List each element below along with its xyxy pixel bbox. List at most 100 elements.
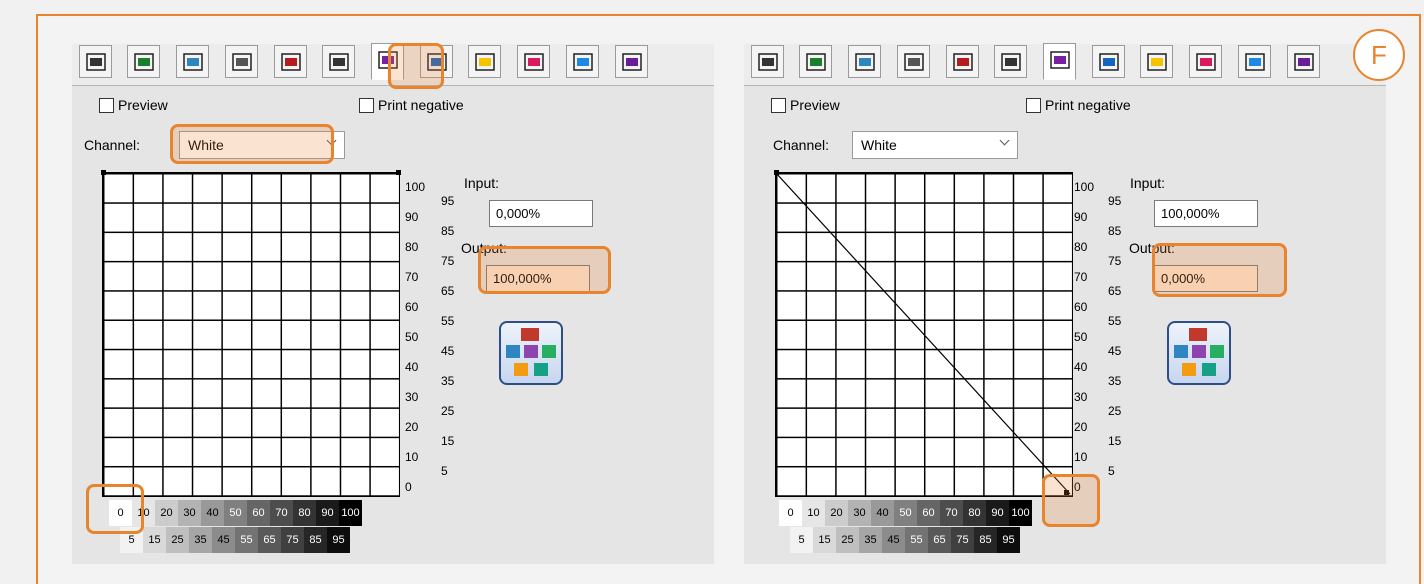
channel-select[interactable]: White xyxy=(852,131,1018,159)
preview-checkbox[interactable]: Preview xyxy=(99,97,168,113)
channel-label: Channel: xyxy=(84,137,141,153)
scale-swatch[interactable]: 45 xyxy=(882,527,905,553)
scale-swatch[interactable]: 100 xyxy=(339,500,362,526)
print-negative-checkbox-box[interactable] xyxy=(1026,97,1041,113)
tab-color-document[interactable] xyxy=(848,45,881,78)
tab-cmy-overlap[interactable] xyxy=(468,45,501,78)
scale-swatch[interactable]: 85 xyxy=(974,527,997,553)
scale-swatch[interactable]: 15 xyxy=(143,527,166,553)
scale-swatch[interactable]: 60 xyxy=(917,500,940,526)
tab-crop-marks[interactable] xyxy=(274,45,307,78)
tab-curves[interactable] xyxy=(1043,43,1076,80)
tab-color-document[interactable] xyxy=(176,45,209,78)
y-tick-label: 95 xyxy=(441,194,455,208)
tab-target[interactable] xyxy=(322,45,355,78)
scale-swatch[interactable]: 25 xyxy=(166,527,189,553)
scale-swatch[interactable]: 35 xyxy=(859,527,882,553)
tab-bars[interactable] xyxy=(1189,45,1222,78)
scale-swatch[interactable]: 95 xyxy=(327,527,350,553)
channel-label: Channel: xyxy=(773,137,830,153)
scale-swatch[interactable]: 50 xyxy=(224,500,247,526)
tab-eyedropper[interactable] xyxy=(1287,45,1320,78)
curve-point[interactable] xyxy=(774,170,779,175)
scale-swatch[interactable]: 70 xyxy=(940,500,963,526)
scale-swatch[interactable]: 25 xyxy=(836,527,859,553)
y-tick-label: 20 xyxy=(405,420,419,434)
highlight-output-left xyxy=(478,246,611,294)
highlight-output-right xyxy=(1152,243,1287,297)
scale-swatch[interactable]: 70 xyxy=(270,500,293,526)
y-tick-label: 85 xyxy=(441,224,455,238)
tab-triangle[interactable] xyxy=(1238,45,1271,78)
tab-printer[interactable] xyxy=(79,45,112,78)
scale-swatch[interactable]: 40 xyxy=(201,500,224,526)
y-tick-label: 45 xyxy=(441,344,455,358)
scale-swatch[interactable]: 30 xyxy=(178,500,201,526)
color-wheel-button[interactable] xyxy=(499,321,563,385)
scale-swatch[interactable]: 5 xyxy=(790,527,813,553)
scale-swatch[interactable]: 60 xyxy=(247,500,270,526)
tab-bars[interactable] xyxy=(517,45,550,78)
scale-swatch[interactable]: 90 xyxy=(986,500,1009,526)
y-tick-label: 90 xyxy=(1074,210,1088,224)
print-negative-checkbox-box[interactable] xyxy=(359,97,374,113)
scale-swatch[interactable]: 20 xyxy=(825,500,848,526)
curve-line xyxy=(776,173,1071,495)
scale-swatch[interactable]: 35 xyxy=(189,527,212,553)
input-field[interactable]: 0,000% xyxy=(489,200,593,227)
scale-swatch[interactable]: 75 xyxy=(281,527,304,553)
tab-cmy-overlap[interactable] xyxy=(1140,45,1173,78)
preview-checkbox[interactable]: Preview xyxy=(771,97,840,113)
tab-print-head[interactable] xyxy=(225,45,258,78)
scale-swatch[interactable]: 30 xyxy=(848,500,871,526)
scale-swatch[interactable]: 85 xyxy=(304,527,327,553)
scale-swatch[interactable]: 55 xyxy=(905,527,928,553)
scale-swatch[interactable]: 15 xyxy=(813,527,836,553)
scale-swatch[interactable]: 65 xyxy=(258,527,281,553)
tab-layers[interactable] xyxy=(1092,45,1125,78)
curve-point[interactable] xyxy=(396,170,401,175)
y-tick-label: 55 xyxy=(441,314,455,328)
color-wheel-icon xyxy=(1174,328,1224,376)
y-tick-label: 25 xyxy=(1108,404,1122,418)
preview-checkbox-box[interactable] xyxy=(771,97,786,113)
curve-point[interactable] xyxy=(101,170,106,175)
tab-crop-marks[interactable] xyxy=(946,45,979,78)
scale-swatch[interactable]: 90 xyxy=(316,500,339,526)
scale-swatch[interactable]: 40 xyxy=(871,500,894,526)
tab-document-arrow[interactable] xyxy=(799,45,832,78)
y-tick-label: 75 xyxy=(1108,254,1122,268)
y-tick-label: 50 xyxy=(1074,330,1088,344)
print-negative-checkbox[interactable]: Print negative xyxy=(359,97,464,113)
curve-grid[interactable] xyxy=(102,172,400,497)
scale-swatch[interactable]: 65 xyxy=(928,527,951,553)
scale-swatch[interactable]: 55 xyxy=(235,527,258,553)
tab-print-head[interactable] xyxy=(897,45,930,78)
curve-grid[interactable] xyxy=(775,172,1073,497)
tab-target[interactable] xyxy=(994,45,1027,78)
highlight-active-tab xyxy=(388,43,444,89)
input-field[interactable]: 100,000% xyxy=(1154,200,1258,227)
scale-swatch[interactable]: 80 xyxy=(293,500,316,526)
color-wheel-button[interactable] xyxy=(1167,321,1231,385)
scale-swatch[interactable]: 75 xyxy=(951,527,974,553)
y-tick-label: 65 xyxy=(441,284,455,298)
scale-swatch[interactable]: 20 xyxy=(155,500,178,526)
scale-swatch[interactable]: 100 xyxy=(1009,500,1032,526)
tab-document-arrow[interactable] xyxy=(127,45,160,78)
scale-swatch[interactable]: 0 xyxy=(779,500,802,526)
scale-swatch[interactable]: 10 xyxy=(802,500,825,526)
print-negative-checkbox[interactable]: Print negative xyxy=(1026,97,1131,113)
preview-checkbox-box[interactable] xyxy=(99,97,114,113)
scale-swatch[interactable]: 95 xyxy=(997,527,1020,553)
y-tick-label: 85 xyxy=(1108,224,1122,238)
highlight-scale-0 xyxy=(86,484,144,534)
y-tick-label: 15 xyxy=(441,434,455,448)
scale-swatch[interactable]: 80 xyxy=(963,500,986,526)
tab-printer[interactable] xyxy=(751,45,784,78)
scale-swatch[interactable]: 45 xyxy=(212,527,235,553)
scale-swatch[interactable]: 50 xyxy=(894,500,917,526)
tab-triangle[interactable] xyxy=(566,45,599,78)
preview-label: Preview xyxy=(118,97,168,113)
tab-eyedropper[interactable] xyxy=(615,45,648,78)
